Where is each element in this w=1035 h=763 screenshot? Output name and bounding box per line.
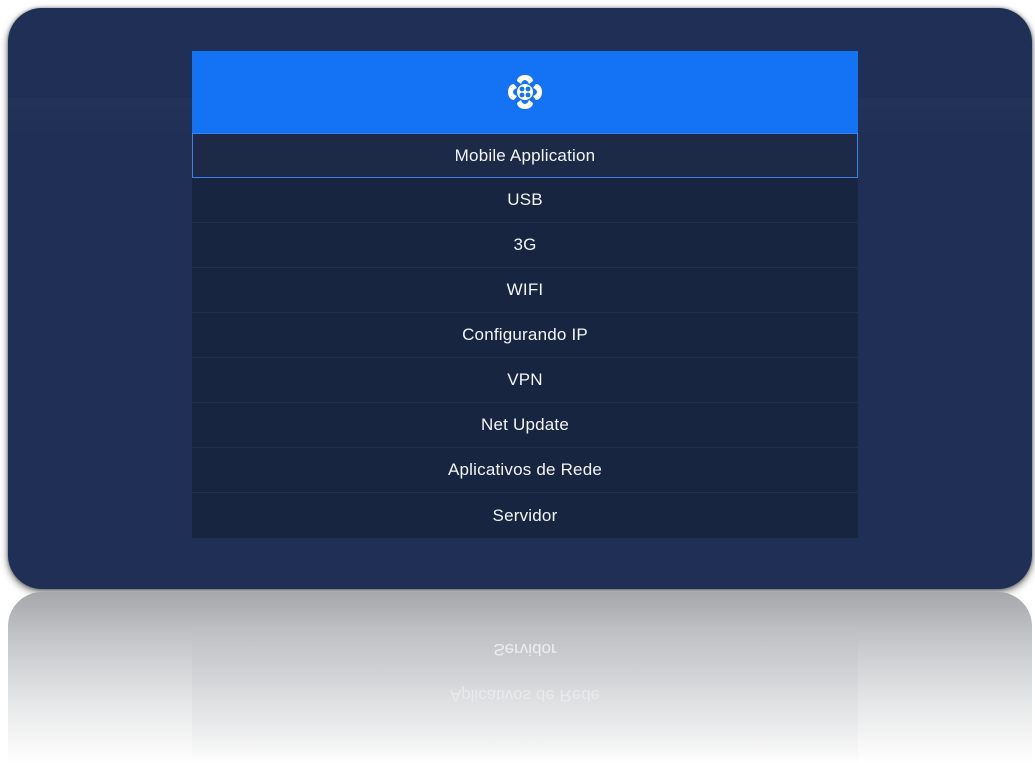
reflected-item-net-update: Net Update (482, 732, 568, 751)
menu-item-servidor[interactable]: Servidor (192, 493, 858, 538)
flower-logo-icon (508, 75, 542, 109)
network-menu: Mobile Application USB 3G WIFI Configura… (192, 51, 858, 538)
screen-reflection: Servidor Aplicativos de Rede Net Update (8, 592, 1032, 763)
menu-item-net-update[interactable]: Net Update (192, 403, 858, 448)
menu-item-3g[interactable]: 3G (192, 223, 858, 268)
tv-screen: Mobile Application USB 3G WIFI Configura… (8, 8, 1032, 589)
menu-header (192, 51, 858, 133)
menu-item-usb[interactable]: USB (192, 178, 858, 223)
menu-item-configurando-ip[interactable]: Configurando IP (192, 313, 858, 358)
reflected-item-aplicativos-de-rede: Aplicativos de Rede (449, 686, 601, 705)
menu-item-wifi[interactable]: WIFI (192, 268, 858, 313)
menu-item-vpn[interactable]: VPN (192, 358, 858, 403)
menu-item-mobile-application[interactable]: Mobile Application (192, 133, 858, 178)
reflected-item-servidor: Servidor (493, 640, 557, 659)
reflected-menu: Servidor Aplicativos de Rede Net Update (192, 626, 858, 763)
menu-item-aplicativos-de-rede[interactable]: Aplicativos de Rede (192, 448, 858, 493)
